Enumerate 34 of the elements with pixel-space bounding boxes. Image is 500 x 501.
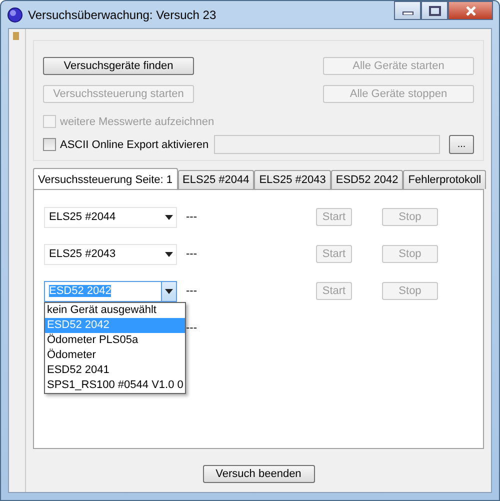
caret-icon (165, 214, 173, 220)
caret-icon (165, 288, 173, 294)
checkbox-label: ASCII Online Export aktivieren (60, 138, 209, 150)
checkbox-label: weitere Messwerte aufzeichnen (60, 116, 214, 128)
status-text: --- (186, 248, 198, 260)
tab[interactable]: ELS25 #2044 (178, 170, 254, 189)
button[interactable]: Versuchsgeräte finden (43, 57, 194, 75)
status-text: --- (186, 285, 198, 297)
dropdown-item[interactable]: ESD52 2041 (45, 363, 186, 378)
grip-icon (13, 32, 19, 40)
status-text: --- (186, 322, 198, 334)
export-path-field[interactable] (214, 135, 440, 154)
status-text: --- (186, 211, 198, 223)
dropdown-item[interactable]: kein Gerät ausgewählt (45, 303, 186, 318)
caret-icon (165, 252, 173, 256)
device-combobox[interactable]: ELS25 #2044 (44, 206, 177, 228)
button[interactable]: ... (449, 135, 474, 154)
dropdown-item[interactable]: Ödometer PLS05a (45, 333, 186, 348)
tab[interactable]: ELS25 #2043 (254, 170, 331, 189)
minimize-button[interactable] (394, 1, 421, 20)
tab[interactable]: Versuchssteuerung Seite: 1 (33, 168, 178, 190)
dropdown-item[interactable]: Ödometer (45, 348, 186, 363)
maximize-button[interactable] (421, 1, 448, 20)
button[interactable]: Versuch beenden (202, 465, 314, 483)
tab[interactable]: ESD52 2042 (330, 170, 404, 189)
tab[interactable]: Fehlerprotokoll (403, 170, 486, 189)
app-icon (7, 6, 23, 22)
dropdown-item[interactable]: SPS1_RS100 #0544 V1.0 0 (45, 378, 186, 393)
maximize-icon (428, 6, 440, 16)
window-title: Versuchsüberwachung: Versuch 23 (28, 8, 218, 22)
checkbox[interactable] (43, 138, 56, 151)
close-button[interactable] (448, 1, 493, 20)
close-icon (464, 6, 476, 16)
device-combobox[interactable]: ELS25 #2043 (44, 244, 177, 264)
